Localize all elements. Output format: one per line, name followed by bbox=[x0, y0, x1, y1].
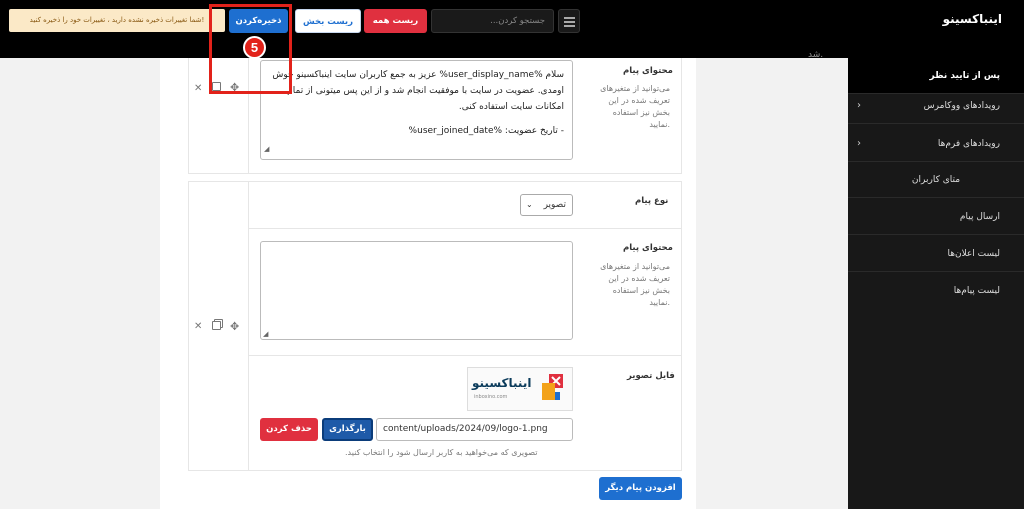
message-text-date: - تاریخ عضویت: %user_joined_date% bbox=[408, 126, 564, 136]
content-label: محتوای پیام bbox=[623, 66, 673, 76]
sidebar-item-label: ارسال پیام bbox=[959, 212, 1000, 222]
resize-handle-icon[interactable]: ◢ bbox=[264, 141, 269, 157]
sidebar-item-label: رویدادهای ووکامرس bbox=[923, 101, 1000, 111]
logo-text: اینباکسینو bbox=[472, 376, 532, 390]
search-input[interactable]: جستجو کردن... bbox=[431, 9, 554, 33]
sidebar: پس از تایید نظر › رویدادهای ووکامرس › رو… bbox=[848, 58, 1024, 509]
sidebar-item-label: متای کاربران bbox=[911, 175, 961, 185]
image-hint: تصویری که می‌خواهید به کاربر ارسال شود ر… bbox=[345, 448, 538, 457]
sidebar-item-send-message[interactable]: ارسال پیام bbox=[848, 199, 1024, 235]
sidebar-item-messages-list[interactable]: لیست پیام‌ها bbox=[848, 273, 1024, 309]
top-bar: اینباکسینو شما تغییرات ذخیره نشده دارید … bbox=[0, 0, 1024, 58]
text-fragment: شد. bbox=[808, 50, 824, 60]
image-url-input[interactable]: content/uploads/2024/09/logo-1.png bbox=[376, 418, 573, 441]
message-type-select[interactable]: تصویر ⌄ bbox=[520, 194, 573, 216]
upload-button[interactable]: بارگذاری bbox=[322, 418, 373, 441]
message-type-value: تصویر bbox=[543, 200, 566, 210]
sidebar-item-user-meta[interactable]: متای کاربران bbox=[848, 162, 1024, 198]
reset-all-button[interactable]: ریست همه bbox=[364, 9, 427, 33]
reset-section-button[interactable]: ریست بخش bbox=[295, 9, 361, 33]
message-text: سلام %user_display_name% عزیز به جمع کار… bbox=[272, 70, 564, 112]
move-icon[interactable]: ✥ bbox=[230, 320, 239, 333]
image-preview: اینباکسینو inboxino.com bbox=[467, 367, 573, 411]
unsaved-warning: شما تغییرات ذخیره نشده دارید ، تغییرات خ… bbox=[9, 9, 225, 32]
message-textarea[interactable] bbox=[260, 241, 573, 340]
chevron-down-icon: ⌄ bbox=[526, 200, 533, 209]
annotation-step-number: 5 bbox=[243, 36, 266, 59]
close-icon[interactable]: ✕ bbox=[194, 83, 202, 94]
sidebar-item-notifications-list[interactable]: لیست اعلان‌ها bbox=[848, 236, 1024, 272]
sidebar-item-label: لیست اعلان‌ها bbox=[947, 249, 1000, 259]
sidebar-item-label: لیست پیام‌ها bbox=[953, 286, 1000, 296]
menu-toggle-icon[interactable] bbox=[558, 9, 580, 33]
add-message-button[interactable]: افزودن پیام دیگر bbox=[599, 477, 682, 500]
image-file-label: فایل تصویر bbox=[627, 371, 675, 381]
message-textarea[interactable]: سلام %user_display_name% عزیز به جمع کار… bbox=[260, 60, 573, 160]
sidebar-item-form-events[interactable]: › رویدادهای فرم‌ها bbox=[848, 126, 1024, 162]
brand-title: اینباکسینو bbox=[942, 12, 1002, 26]
logo-subtext: inboxino.com bbox=[474, 394, 508, 400]
duplicate-icon[interactable] bbox=[212, 321, 221, 330]
logo-icon bbox=[542, 374, 563, 400]
close-icon[interactable]: ✕ bbox=[194, 321, 202, 332]
sidebar-item-label: رویدادهای فرم‌ها bbox=[937, 139, 1000, 149]
sidebar-item-woocommerce-events[interactable]: › رویدادهای ووکامرس bbox=[848, 88, 1024, 124]
message-type-label: نوع پیام bbox=[635, 196, 669, 206]
content-hint: می‌توانید از متغیرهای تعریف شده در این ب… bbox=[600, 262, 670, 307]
chevron-left-icon: › bbox=[857, 100, 861, 111]
chevron-left-icon: › bbox=[857, 138, 861, 149]
delete-image-button[interactable]: حذف کردن bbox=[260, 418, 318, 441]
content-hint: می‌توانید از متغیرهای تعریف شده در این ب… bbox=[600, 84, 670, 129]
content-label: محتوای پیام bbox=[623, 243, 673, 253]
